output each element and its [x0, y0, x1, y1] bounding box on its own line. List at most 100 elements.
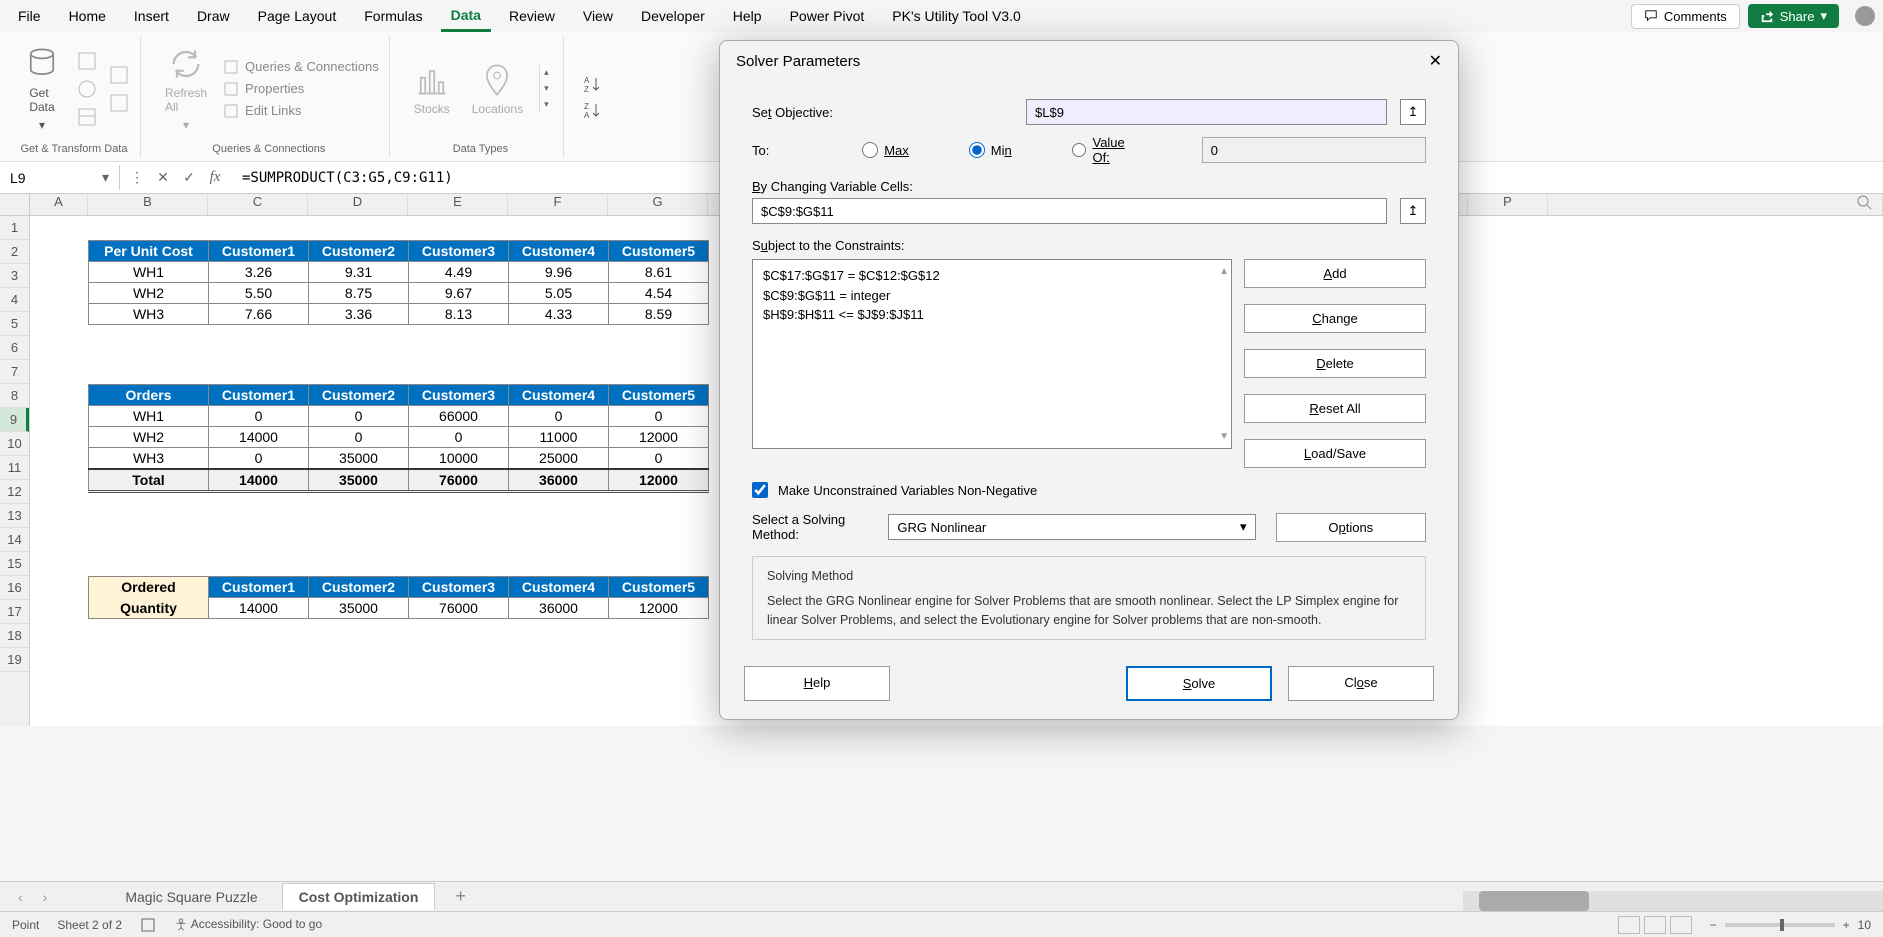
row-header[interactable]: 11 [0, 456, 29, 480]
menu-draw[interactable]: Draw [187, 2, 240, 30]
stocks-button[interactable]: Stocks [408, 56, 456, 122]
next-sheet-icon[interactable]: › [37, 889, 54, 905]
options-button[interactable]: Options [1276, 513, 1426, 542]
delete-button[interactable]: Delete [1244, 349, 1426, 378]
constraint-item[interactable]: $C$17:$G$17 = $C$12:$G$12 [763, 266, 1221, 286]
row-header[interactable]: 14 [0, 528, 29, 552]
horizontal-scrollbar[interactable] [1463, 891, 1883, 911]
unconstrained-nonneg-checkbox[interactable] [752, 482, 768, 498]
close-button[interactable]: Close [1288, 666, 1434, 701]
solve-button[interactable]: Solve [1126, 666, 1272, 701]
accessibility-status[interactable]: Accessibility: Good to go [174, 917, 322, 932]
chevron-down-icon[interactable]: ▾ [102, 169, 109, 186]
page-break-view-icon[interactable] [1670, 916, 1692, 934]
refresh-all-button[interactable]: Refresh All▾ [159, 40, 213, 138]
close-icon[interactable]: ✕ [1429, 51, 1442, 71]
zoom-in-icon[interactable]: + [1843, 918, 1850, 932]
menu-pk-utility[interactable]: PK's Utility Tool V3.0 [882, 2, 1030, 30]
menu-view[interactable]: View [573, 2, 623, 30]
col-header[interactable]: D [308, 194, 408, 215]
col-header[interactable]: A [30, 194, 88, 215]
menu-review[interactable]: Review [499, 2, 565, 30]
menu-home[interactable]: Home [59, 2, 116, 30]
get-data-button[interactable]: Get Data▾ [18, 40, 66, 138]
zoom-level[interactable]: 10 [1858, 918, 1871, 932]
menu-developer[interactable]: Developer [631, 2, 715, 30]
from-table-icon[interactable] [76, 106, 98, 128]
sheet-tab-cost-optimization[interactable]: Cost Optimization [282, 883, 436, 910]
menu-data[interactable]: Data [441, 1, 491, 32]
row-header[interactable]: 4 [0, 288, 29, 312]
sort-asc-icon[interactable]: AZ [582, 74, 602, 94]
row-header[interactable]: 18 [0, 624, 29, 648]
zoom-out-icon[interactable]: − [1710, 918, 1717, 932]
edit-links-button[interactable]: Edit Links [223, 103, 379, 119]
row-header[interactable]: 12 [0, 480, 29, 504]
queries-connections-button[interactable]: Queries & Connections [223, 59, 379, 75]
accept-formula-icon[interactable]: ✓ [178, 167, 200, 189]
from-text-icon[interactable] [76, 50, 98, 72]
menu-file[interactable]: File [8, 2, 51, 30]
row-header[interactable]: 16 [0, 576, 29, 600]
row-header[interactable]: 6 [0, 336, 29, 360]
select-all-corner[interactable] [0, 194, 30, 216]
properties-button[interactable]: Properties [223, 81, 379, 97]
menu-power-pivot[interactable]: Power Pivot [780, 2, 875, 30]
row-header[interactable]: 15 [0, 552, 29, 576]
row-header[interactable]: 7 [0, 360, 29, 384]
share-button[interactable]: Share ▾ [1748, 4, 1839, 28]
row-header[interactable]: 5 [0, 312, 29, 336]
col-header[interactable]: E [408, 194, 508, 215]
sort-desc-icon[interactable]: ZA [582, 100, 602, 120]
zoom-slider[interactable] [1725, 923, 1835, 927]
sheet-tab-magic-square[interactable]: Magic Square Puzzle [109, 884, 273, 910]
reset-all-button[interactable]: Reset All [1244, 394, 1426, 423]
change-button[interactable]: Change [1244, 304, 1426, 333]
constraints-listbox[interactable]: $C$17:$G$17 = $C$12:$G$12 $C$9:$G$11 = i… [752, 259, 1232, 449]
normal-view-icon[interactable] [1618, 916, 1640, 934]
locations-button[interactable]: Locations [466, 56, 529, 122]
add-sheet-button[interactable]: + [443, 886, 478, 907]
radio-min[interactable]: Min [969, 142, 1012, 158]
avatar[interactable] [1855, 6, 1875, 26]
existing-conn-icon[interactable] [108, 92, 130, 114]
range-picker-icon[interactable]: ↥ [1400, 198, 1426, 224]
row-header[interactable]: 19 [0, 648, 29, 672]
row-header[interactable]: 13 [0, 504, 29, 528]
range-picker-icon[interactable]: ↥ [1400, 99, 1426, 125]
recent-sources-icon[interactable] [108, 64, 130, 86]
constraint-item[interactable]: $C$9:$G$11 = integer [763, 286, 1221, 306]
name-box[interactable]: L9 ▾ [0, 165, 120, 190]
load-save-button[interactable]: Load/Save [1244, 439, 1426, 468]
comments-button[interactable]: Comments [1631, 4, 1740, 29]
row-header[interactable]: 2 [0, 240, 29, 264]
help-button[interactable]: Help [744, 666, 890, 701]
solving-method-select[interactable]: GRG Nonlinear▾ [888, 514, 1255, 540]
value-of-input[interactable] [1202, 137, 1426, 163]
add-button[interactable]: Add [1244, 259, 1426, 288]
col-header[interactable]: C [208, 194, 308, 215]
fx-icon[interactable]: fx [204, 167, 226, 189]
set-objective-input[interactable] [1026, 99, 1387, 125]
col-header[interactable]: P [1468, 194, 1548, 215]
row-header[interactable]: 9 [0, 408, 29, 432]
col-header[interactable]: G [608, 194, 708, 215]
col-header[interactable]: B [88, 194, 208, 215]
prev-sheet-icon[interactable]: ‹ [12, 889, 29, 905]
more-options-icon[interactable]: ⋮ [126, 167, 148, 189]
by-changing-input[interactable] [752, 198, 1387, 224]
row-header[interactable]: 10 [0, 432, 29, 456]
from-web-icon[interactable] [76, 78, 98, 100]
cancel-formula-icon[interactable]: ✕ [152, 167, 174, 189]
search-icon[interactable] [1856, 194, 1872, 210]
row-header[interactable]: 3 [0, 264, 29, 288]
page-layout-view-icon[interactable] [1644, 916, 1666, 934]
radio-max[interactable]: Max [862, 142, 909, 158]
menu-page-layout[interactable]: Page Layout [248, 2, 347, 30]
menu-help[interactable]: Help [723, 2, 772, 30]
macro-record-icon[interactable] [140, 917, 156, 933]
row-header[interactable]: 17 [0, 600, 29, 624]
data-types-more[interactable]: ▴▾▾ [539, 65, 553, 113]
menu-insert[interactable]: Insert [124, 2, 179, 30]
constraint-item[interactable]: $H$9:$H$11 <= $J$9:$J$11 [763, 305, 1221, 325]
